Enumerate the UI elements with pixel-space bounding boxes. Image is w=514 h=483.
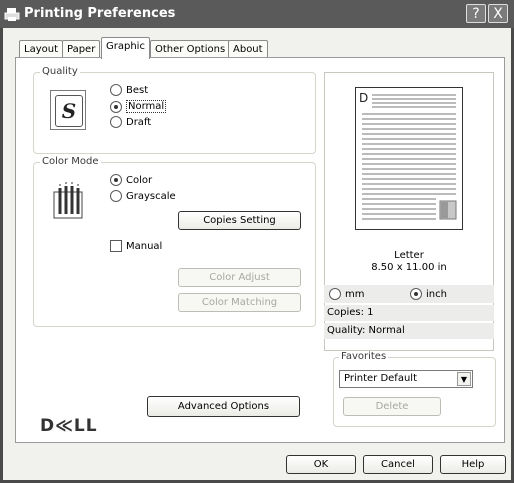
- unit-inch-radio[interactable]: inch: [410, 288, 447, 300]
- chevron-down-icon[interactable]: ▼: [457, 372, 471, 386]
- radio-dot: [110, 190, 122, 202]
- radio-dot: [110, 84, 122, 96]
- delete-favorite-button[interactable]: Delete: [343, 397, 441, 416]
- cancel-button[interactable]: Cancel: [363, 455, 433, 474]
- favorites-legend: Favorites: [339, 351, 389, 362]
- tab-layout[interactable]: Layout: [19, 40, 63, 58]
- dell-logo: D≪LL: [40, 416, 98, 436]
- copies-setting-button[interactable]: Copies Setting: [178, 211, 301, 230]
- manual-checkbox[interactable]: Manual: [110, 240, 162, 252]
- help-button[interactable]: Help: [440, 455, 506, 474]
- unit-mm-radio[interactable]: mm: [329, 288, 364, 300]
- radio-dot: [329, 288, 341, 300]
- tab-other-options[interactable]: Other Options: [150, 40, 231, 58]
- close-button[interactable]: X: [488, 4, 508, 23]
- window-title: Printing Preferences: [24, 6, 176, 21]
- paper-size: 8.50 x 11.00 in: [371, 262, 447, 273]
- printer-icon: [4, 8, 20, 21]
- favorites-group: [333, 357, 496, 427]
- quality-best-radio[interactable]: Best: [110, 84, 148, 96]
- copies-info: Copies: 1: [324, 305, 494, 321]
- ok-button[interactable]: OK: [286, 455, 356, 474]
- page-lines: [362, 94, 457, 220]
- radio-dot: [110, 116, 122, 128]
- quality-draft-radio[interactable]: Draft: [110, 116, 151, 128]
- quality-legend: Quality: [40, 66, 80, 77]
- favorites-value: Printer Default: [344, 373, 417, 384]
- quality-info: Quality: Normal: [324, 323, 494, 339]
- radio-dot-selected: [110, 100, 122, 113]
- title-bar: Printing Preferences ? X: [0, 0, 514, 28]
- paper-name: Letter: [394, 250, 424, 261]
- checkbox-box: [110, 240, 122, 252]
- quality-icon: S: [50, 90, 86, 130]
- advanced-options-button[interactable]: Advanced Options: [147, 396, 300, 417]
- tab-about[interactable]: About: [228, 40, 268, 58]
- help-title-button[interactable]: ?: [466, 4, 486, 23]
- radio-dot-selected: [410, 288, 422, 300]
- grayscale-radio[interactable]: Grayscale: [110, 190, 176, 202]
- page-preview: D: [355, 87, 463, 230]
- color-cartridge-icon: [50, 180, 86, 220]
- favorites-select[interactable]: Printer Default ▼: [339, 370, 473, 388]
- tab-graphic[interactable]: Graphic: [101, 37, 150, 59]
- radio-dot-selected: [110, 174, 122, 186]
- tab-paper[interactable]: Paper: [62, 40, 101, 58]
- color-radio[interactable]: Color: [110, 174, 152, 186]
- color-mode-legend: Color Mode: [40, 156, 101, 167]
- color-adjust-button[interactable]: Color Adjust: [178, 268, 301, 287]
- color-matching-button[interactable]: Color Matching: [178, 293, 301, 312]
- quality-normal-radio[interactable]: Normal: [110, 100, 167, 113]
